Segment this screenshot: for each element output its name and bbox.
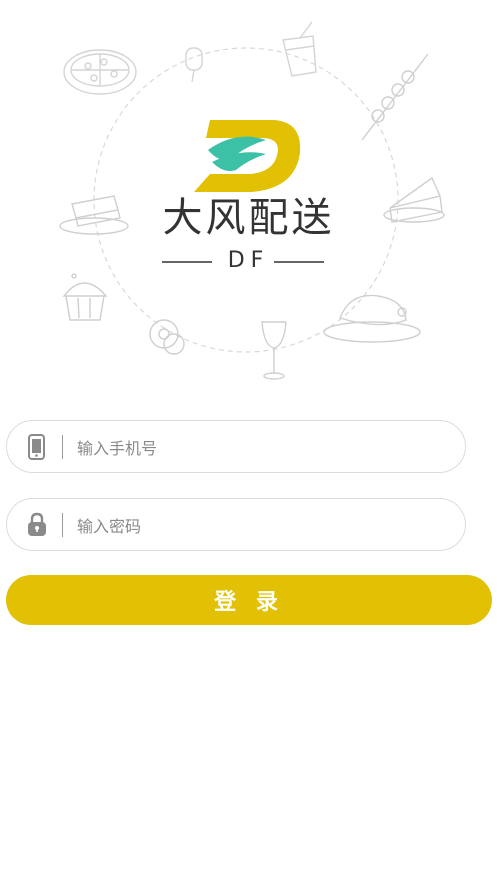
hero-illustration: 大风配送 DF: [0, 0, 497, 400]
brand-name: 大风配送: [162, 195, 335, 241]
brand-sub: DF: [227, 248, 270, 273]
phone-field[interactable]: [6, 420, 466, 473]
password-field[interactable]: [6, 498, 466, 551]
lock-icon: [28, 512, 46, 536]
df-logo-mark: [194, 120, 301, 192]
phone-icon: [28, 434, 45, 460]
cupcake-icon: [62, 273, 108, 321]
login-button[interactable]: 登 录: [6, 575, 492, 625]
drink-cup-icon: [282, 21, 317, 77]
pizza-icon: [63, 49, 137, 95]
phone-input[interactable]: [75, 431, 449, 465]
password-field-separator: [62, 513, 63, 537]
phone-field-separator: [62, 435, 63, 459]
skewer-icon: [361, 53, 429, 141]
password-input[interactable]: [75, 509, 449, 543]
popsicle-icon: [185, 47, 203, 83]
roast-chicken-icon: [323, 294, 421, 343]
